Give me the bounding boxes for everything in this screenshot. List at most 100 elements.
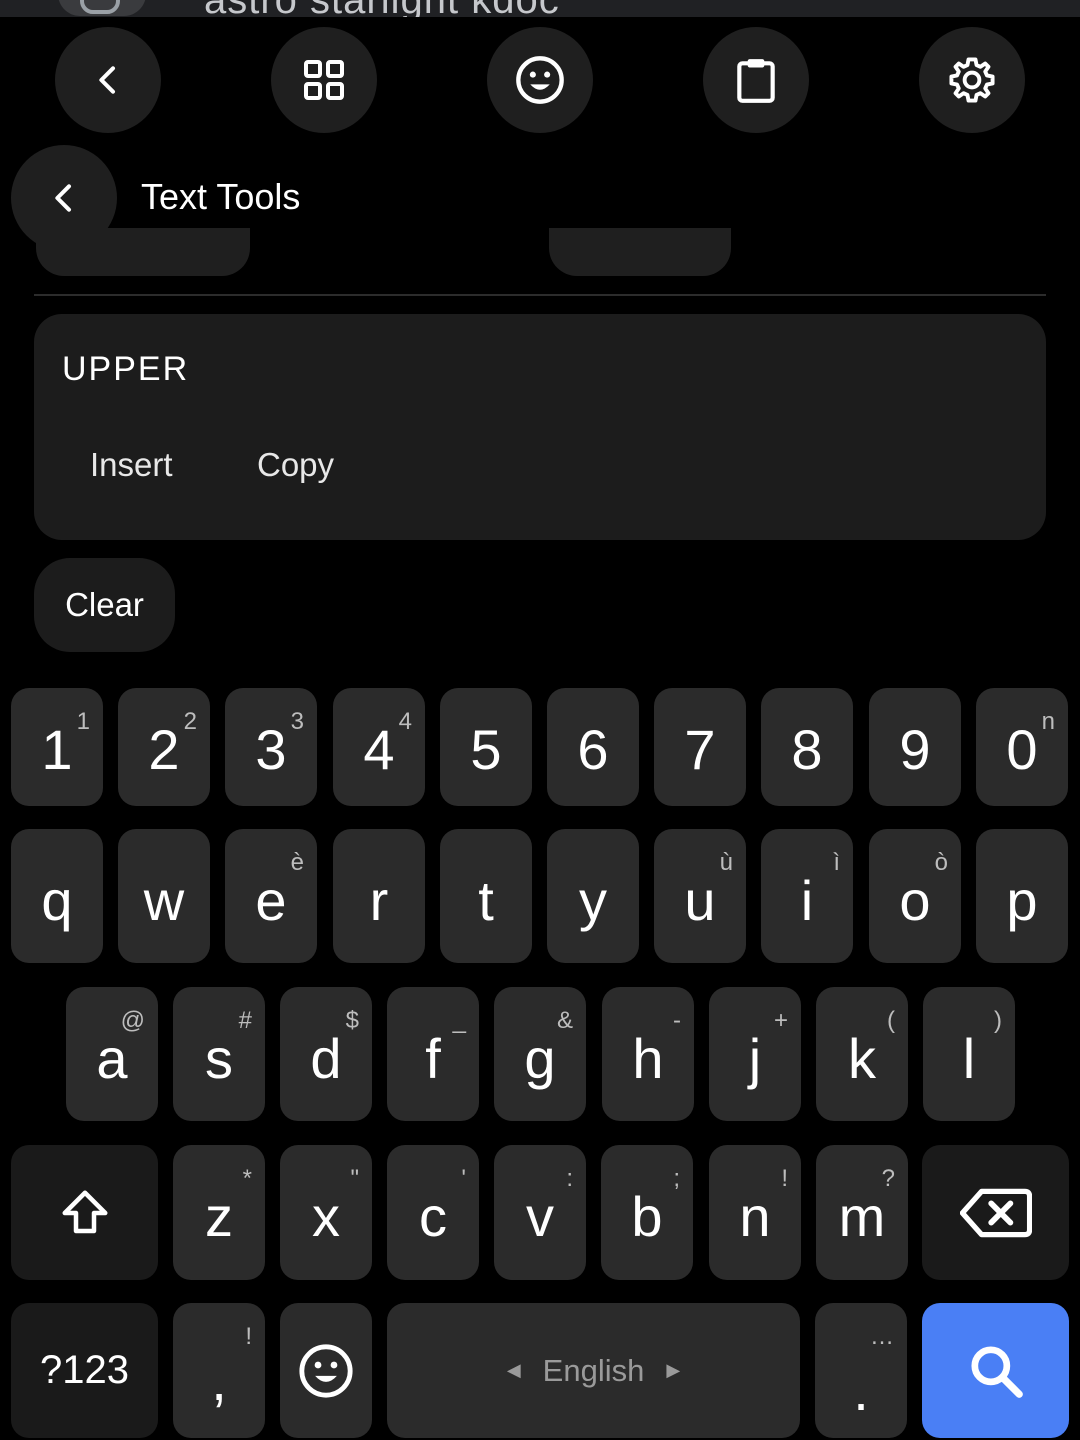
key-row2-5[interactable]: h- bbox=[602, 987, 694, 1121]
key-row2-7[interactable]: k( bbox=[816, 987, 908, 1121]
key-hint: ' bbox=[461, 1165, 466, 1192]
key-row1-6[interactable]: uù bbox=[654, 829, 746, 963]
key-label: 8 bbox=[791, 718, 823, 781]
top-search-bar[interactable]: astro starlight kdoc bbox=[0, 0, 1080, 17]
key-row2-3[interactable]: f _ bbox=[387, 987, 479, 1121]
key-number_row-3[interactable]: 44 bbox=[333, 688, 425, 806]
key-number_row-4[interactable]: 5 bbox=[440, 688, 532, 806]
key-row3-1[interactable]: x " bbox=[280, 1145, 372, 1280]
emoji-key[interactable] bbox=[280, 1303, 372, 1438]
search-query-text: astro starlight kdoc bbox=[204, 0, 560, 17]
key-hint: 3 bbox=[290, 708, 304, 735]
keyboard-screen: astro starlight kdoc bbox=[0, 0, 1080, 1440]
toolbar-settings-button[interactable] bbox=[919, 27, 1025, 133]
key-row2-4[interactable]: g & bbox=[494, 987, 586, 1121]
comma-key[interactable]: , ! bbox=[173, 1303, 265, 1438]
key-hint: ? bbox=[881, 1165, 895, 1192]
search-action-key[interactable] bbox=[922, 1303, 1069, 1438]
key-row2-8[interactable]: l) bbox=[923, 987, 1015, 1121]
backspace-key[interactable] bbox=[922, 1145, 1069, 1280]
key-label: j bbox=[748, 1027, 762, 1090]
key-row2-1[interactable]: s # bbox=[173, 987, 265, 1121]
toolbar-back-button[interactable] bbox=[55, 27, 161, 133]
key-row3-4[interactable]: b; bbox=[601, 1145, 693, 1280]
toolbar-emoji-button[interactable] bbox=[487, 27, 593, 133]
key-row3-3[interactable]: v: bbox=[494, 1145, 586, 1280]
tool-tab[interactable] bbox=[36, 228, 250, 276]
toolbar-clipboard-button[interactable] bbox=[703, 27, 809, 133]
key-label: 9 bbox=[899, 718, 931, 781]
key-hint: _ bbox=[452, 1007, 466, 1034]
key-row3-5[interactable]: n! bbox=[709, 1145, 801, 1280]
key-row1-1[interactable]: w bbox=[118, 829, 210, 963]
shift-key[interactable] bbox=[11, 1145, 158, 1280]
key-row3-0[interactable]: z * bbox=[173, 1145, 265, 1280]
key-label: n bbox=[739, 1185, 771, 1248]
key-number_row-1[interactable]: 22 bbox=[118, 688, 210, 806]
key-label: u bbox=[684, 869, 716, 932]
key-hint: + bbox=[773, 1007, 788, 1034]
clear-button[interactable]: Clear bbox=[34, 558, 175, 652]
key-hint: ( bbox=[887, 1007, 895, 1034]
key-label: 5 bbox=[470, 718, 502, 781]
key-row2-2[interactable]: d $ bbox=[280, 987, 372, 1121]
key-label: 6 bbox=[577, 718, 609, 781]
clock-icon bbox=[80, 0, 120, 14]
key-hint: n bbox=[1041, 708, 1055, 735]
key-hint: ò bbox=[934, 849, 948, 876]
tool-tab[interactable] bbox=[549, 228, 731, 276]
key-row2-0[interactable]: a @ bbox=[66, 987, 158, 1121]
key-label: v bbox=[526, 1185, 554, 1248]
copy-button[interactable]: Copy bbox=[257, 446, 334, 484]
result-card: UPPER Insert Copy bbox=[34, 314, 1046, 540]
key-label: 7 bbox=[684, 718, 716, 781]
key-label: w bbox=[143, 869, 185, 932]
key-label: d bbox=[310, 1027, 342, 1090]
key-row3-2[interactable]: c ' bbox=[387, 1145, 479, 1280]
key-label: a bbox=[96, 1027, 128, 1090]
key-hint: 4 bbox=[398, 708, 412, 735]
key-row3-6[interactable]: m? bbox=[816, 1145, 908, 1280]
period-key-label: . bbox=[853, 1359, 869, 1422]
backspace-icon bbox=[959, 1188, 1032, 1237]
key-row1-9[interactable]: p bbox=[976, 829, 1068, 963]
key-row1-5[interactable]: y bbox=[547, 829, 639, 963]
key-hint: * bbox=[242, 1165, 252, 1192]
key-hint: è bbox=[290, 849, 304, 876]
symbols-key-label: ?123 bbox=[40, 1348, 129, 1392]
key-row1-3[interactable]: r bbox=[333, 829, 425, 963]
key-label: q bbox=[41, 869, 73, 932]
key-label: g bbox=[524, 1027, 556, 1090]
period-key-hint: … bbox=[870, 1323, 894, 1350]
key-hint: ) bbox=[994, 1007, 1002, 1034]
key-hint: & bbox=[556, 1007, 573, 1034]
key-number_row-0[interactable]: 11 bbox=[11, 688, 103, 806]
key-number_row-9[interactable]: 0n bbox=[976, 688, 1068, 806]
symbols-key[interactable]: ?123 bbox=[11, 1303, 158, 1438]
toolbar-apps-button[interactable] bbox=[271, 27, 377, 133]
key-number_row-5[interactable]: 6 bbox=[547, 688, 639, 806]
right-arrow-icon: ▶ bbox=[666, 1360, 681, 1380]
key-label: l bbox=[962, 1027, 976, 1090]
key-row1-7[interactable]: iì bbox=[761, 829, 853, 963]
divider bbox=[34, 294, 1046, 296]
key-hint: 2 bbox=[183, 708, 197, 735]
space-key[interactable]: ◀ English ▶ bbox=[387, 1303, 800, 1438]
chevron-left-icon bbox=[55, 184, 71, 212]
period-key[interactable]: . … bbox=[815, 1303, 907, 1438]
key-row1-4[interactable]: t bbox=[440, 829, 532, 963]
key-number_row-2[interactable]: 33 bbox=[225, 688, 317, 806]
key-row2-6[interactable]: j + bbox=[709, 987, 801, 1121]
key-hint: " bbox=[350, 1165, 359, 1192]
key-row1-8[interactable]: oò bbox=[869, 829, 961, 963]
key-number_row-6[interactable]: 7 bbox=[654, 688, 746, 806]
smiley-icon bbox=[299, 1343, 353, 1398]
key-label: y bbox=[579, 869, 607, 932]
key-row1-0[interactable]: q bbox=[11, 829, 103, 963]
insert-button[interactable]: Insert bbox=[90, 446, 173, 484]
key-number_row-7[interactable]: 8 bbox=[761, 688, 853, 806]
comma-key-label: , bbox=[211, 1349, 227, 1412]
key-hint: ; bbox=[673, 1165, 680, 1192]
key-row1-2[interactable]: eè bbox=[225, 829, 317, 963]
key-number_row-8[interactable]: 9 bbox=[869, 688, 961, 806]
